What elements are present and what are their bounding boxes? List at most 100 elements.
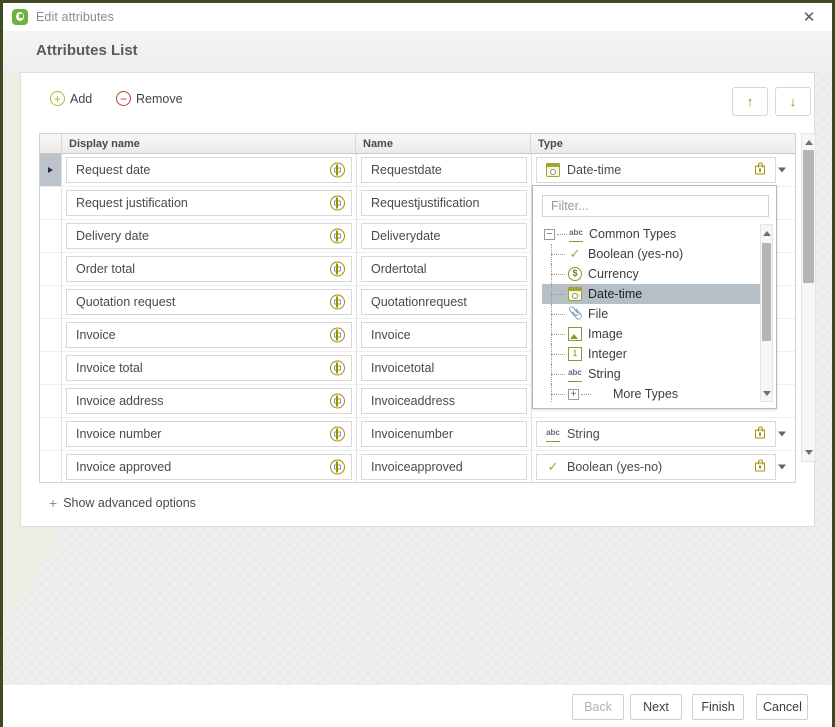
tree-node[interactable]: + More Types	[542, 384, 769, 402]
window-title: Edit attributes	[36, 10, 114, 24]
name-cell[interactable]: Requestjustification	[356, 187, 531, 219]
table-row[interactable]: Invoice approved Invoiceapproved ✓ Boolean …	[40, 451, 795, 482]
row-selector-cell[interactable]	[40, 352, 62, 384]
expand-icon[interactable]: +	[568, 388, 579, 400]
table-row[interactable]: Request date Requestdate Date-time Filter..…	[40, 154, 795, 409]
type-dropdown-panel[interactable]: Filter... − abc Common Types ✓ Boolean (yes-n…	[532, 185, 777, 409]
row-selector-cell[interactable]	[40, 385, 62, 417]
name-cell[interactable]: Deliverydate	[356, 220, 531, 252]
grid-scrollbar[interactable]	[801, 133, 816, 462]
row-selector-cell[interactable]	[40, 286, 62, 318]
attribute-target-icon[interactable]	[330, 327, 345, 343]
move-down-button[interactable]: ↓	[775, 87, 811, 116]
scroll-down-icon[interactable]	[802, 445, 815, 460]
scroll-up-icon[interactable]	[802, 135, 815, 150]
type-cell[interactable]: ✓ Boolean (yes-no)	[531, 451, 795, 482]
scroll-down-icon[interactable]	[761, 386, 772, 400]
move-up-button[interactable]: ↑	[732, 87, 768, 116]
attribute-target-icon[interactable]	[330, 195, 345, 211]
display-name-cell[interactable]: Quotation request	[62, 286, 356, 318]
display-name-cell[interactable]: Invoice approved	[62, 451, 356, 482]
type-value-box[interactable]: ✓ Boolean (yes-no)	[536, 454, 776, 480]
tree-node[interactable]: ✓ Boolean (yes-no)	[542, 244, 769, 264]
attribute-target-icon[interactable]	[330, 294, 345, 310]
row-selector-cell[interactable]	[40, 319, 62, 351]
chevron-down-icon[interactable]	[778, 431, 786, 437]
name-cell[interactable]: Invoiceaddress	[356, 385, 531, 417]
grid-scrollbar-thumb[interactable]	[803, 150, 814, 283]
name-cell[interactable]: Invoicetotal	[356, 352, 531, 384]
row-selector-cell[interactable]	[40, 253, 62, 285]
row-selector-cell[interactable]	[40, 451, 62, 482]
back-button[interactable]: Back	[572, 694, 624, 720]
name-cell[interactable]: Invoicenumber	[356, 418, 531, 450]
name-value: Invoicenumber	[361, 421, 527, 447]
tree-node-label: Boolean (yes-no)	[588, 247, 684, 261]
display-name-cell[interactable]: Invoice number	[62, 418, 356, 450]
name-cell[interactable]: Requestdate	[356, 154, 531, 186]
display-name-cell[interactable]: Order total	[62, 253, 356, 285]
page-header: Attributes List	[3, 31, 832, 73]
tree-node[interactable]: abc String	[542, 364, 769, 384]
tree-scrollbar-thumb[interactable]	[762, 243, 771, 341]
attribute-target-icon[interactable]	[330, 162, 345, 178]
attribute-target-icon[interactable]	[330, 393, 345, 409]
type-cell[interactable]: Date-time Filter... − abc Common Types ✓ Boole…	[531, 154, 795, 409]
display-name-cell[interactable]: Request justification	[62, 187, 356, 219]
name-cell[interactable]: Ordertotal	[356, 253, 531, 285]
tree-node[interactable]: 1 Integer	[542, 344, 769, 364]
table-row[interactable]: Invoice number Invoicenumber abc String	[40, 418, 795, 451]
collapse-icon[interactable]: −	[544, 228, 555, 240]
plus-icon: +	[49, 495, 58, 511]
type-value-box[interactable]: abc String	[536, 421, 776, 447]
chevron-down-icon[interactable]	[778, 464, 786, 470]
tree-scrollbar[interactable]	[760, 224, 773, 402]
lock-icon[interactable]	[755, 459, 765, 472]
row-selector-cell[interactable]	[40, 220, 62, 252]
name-cell[interactable]: Quotationrequest	[356, 286, 531, 318]
tree-node[interactable]: − abc Common Types	[542, 224, 769, 244]
display-name-value: Request justification	[66, 190, 352, 216]
finish-button[interactable]: Finish	[692, 694, 744, 720]
row-selector-cell[interactable]	[40, 187, 62, 219]
string-icon: abc	[569, 227, 583, 242]
display-name-cell[interactable]: Request date	[62, 154, 356, 186]
close-icon[interactable]: ✕	[786, 3, 832, 31]
remove-button[interactable]: − Remove	[116, 91, 183, 106]
attribute-target-icon[interactable]	[330, 459, 345, 475]
boolean-icon: ✓	[569, 246, 581, 261]
scroll-up-icon[interactable]	[761, 226, 772, 240]
display-name-cell[interactable]: Delivery date	[62, 220, 356, 252]
string-icon: abc	[546, 427, 560, 442]
attribute-target-icon[interactable]	[330, 360, 345, 376]
display-name-value: Invoice total	[66, 355, 352, 381]
grid-body: Request date Requestdate Date-time Filter..…	[39, 154, 796, 483]
tree-node[interactable]: $ Currency	[542, 264, 769, 284]
display-name-cell[interactable]: Invoice address	[62, 385, 356, 417]
next-button[interactable]: Next	[630, 694, 682, 720]
name-cell[interactable]: Invoice	[356, 319, 531, 351]
lock-icon[interactable]	[755, 162, 765, 175]
display-name-cell[interactable]: Invoice total	[62, 352, 356, 384]
lock-icon[interactable]	[755, 426, 765, 439]
show-advanced-options-link[interactable]: + Show advanced options	[49, 495, 196, 511]
tree-node-label: String	[588, 367, 621, 381]
wizard-body: + Add − Remove ↑ ↓ Display name Name Typ…	[3, 72, 832, 685]
type-value-box[interactable]: Date-time	[536, 157, 776, 183]
type-cell[interactable]: abc String	[531, 418, 795, 450]
row-selector-cell[interactable]	[40, 154, 62, 186]
attribute-target-icon[interactable]	[330, 228, 345, 244]
attribute-target-icon[interactable]	[330, 426, 345, 442]
tree-node[interactable]: 📎 File	[542, 304, 769, 324]
type-filter-input[interactable]: Filter...	[542, 195, 769, 217]
tree-node[interactable]: Date-time	[542, 284, 769, 304]
name-cell[interactable]: Invoiceapproved	[356, 451, 531, 482]
add-button[interactable]: + Add	[50, 91, 92, 106]
attribute-target-icon[interactable]	[330, 261, 345, 277]
display-name-cell[interactable]: Invoice	[62, 319, 356, 351]
tree-node[interactable]: Image	[542, 324, 769, 344]
row-selector-cell[interactable]	[40, 418, 62, 450]
column-header-type: Type	[538, 138, 563, 150]
chevron-down-icon[interactable]	[778, 167, 786, 173]
cancel-button[interactable]: Cancel	[756, 694, 808, 720]
